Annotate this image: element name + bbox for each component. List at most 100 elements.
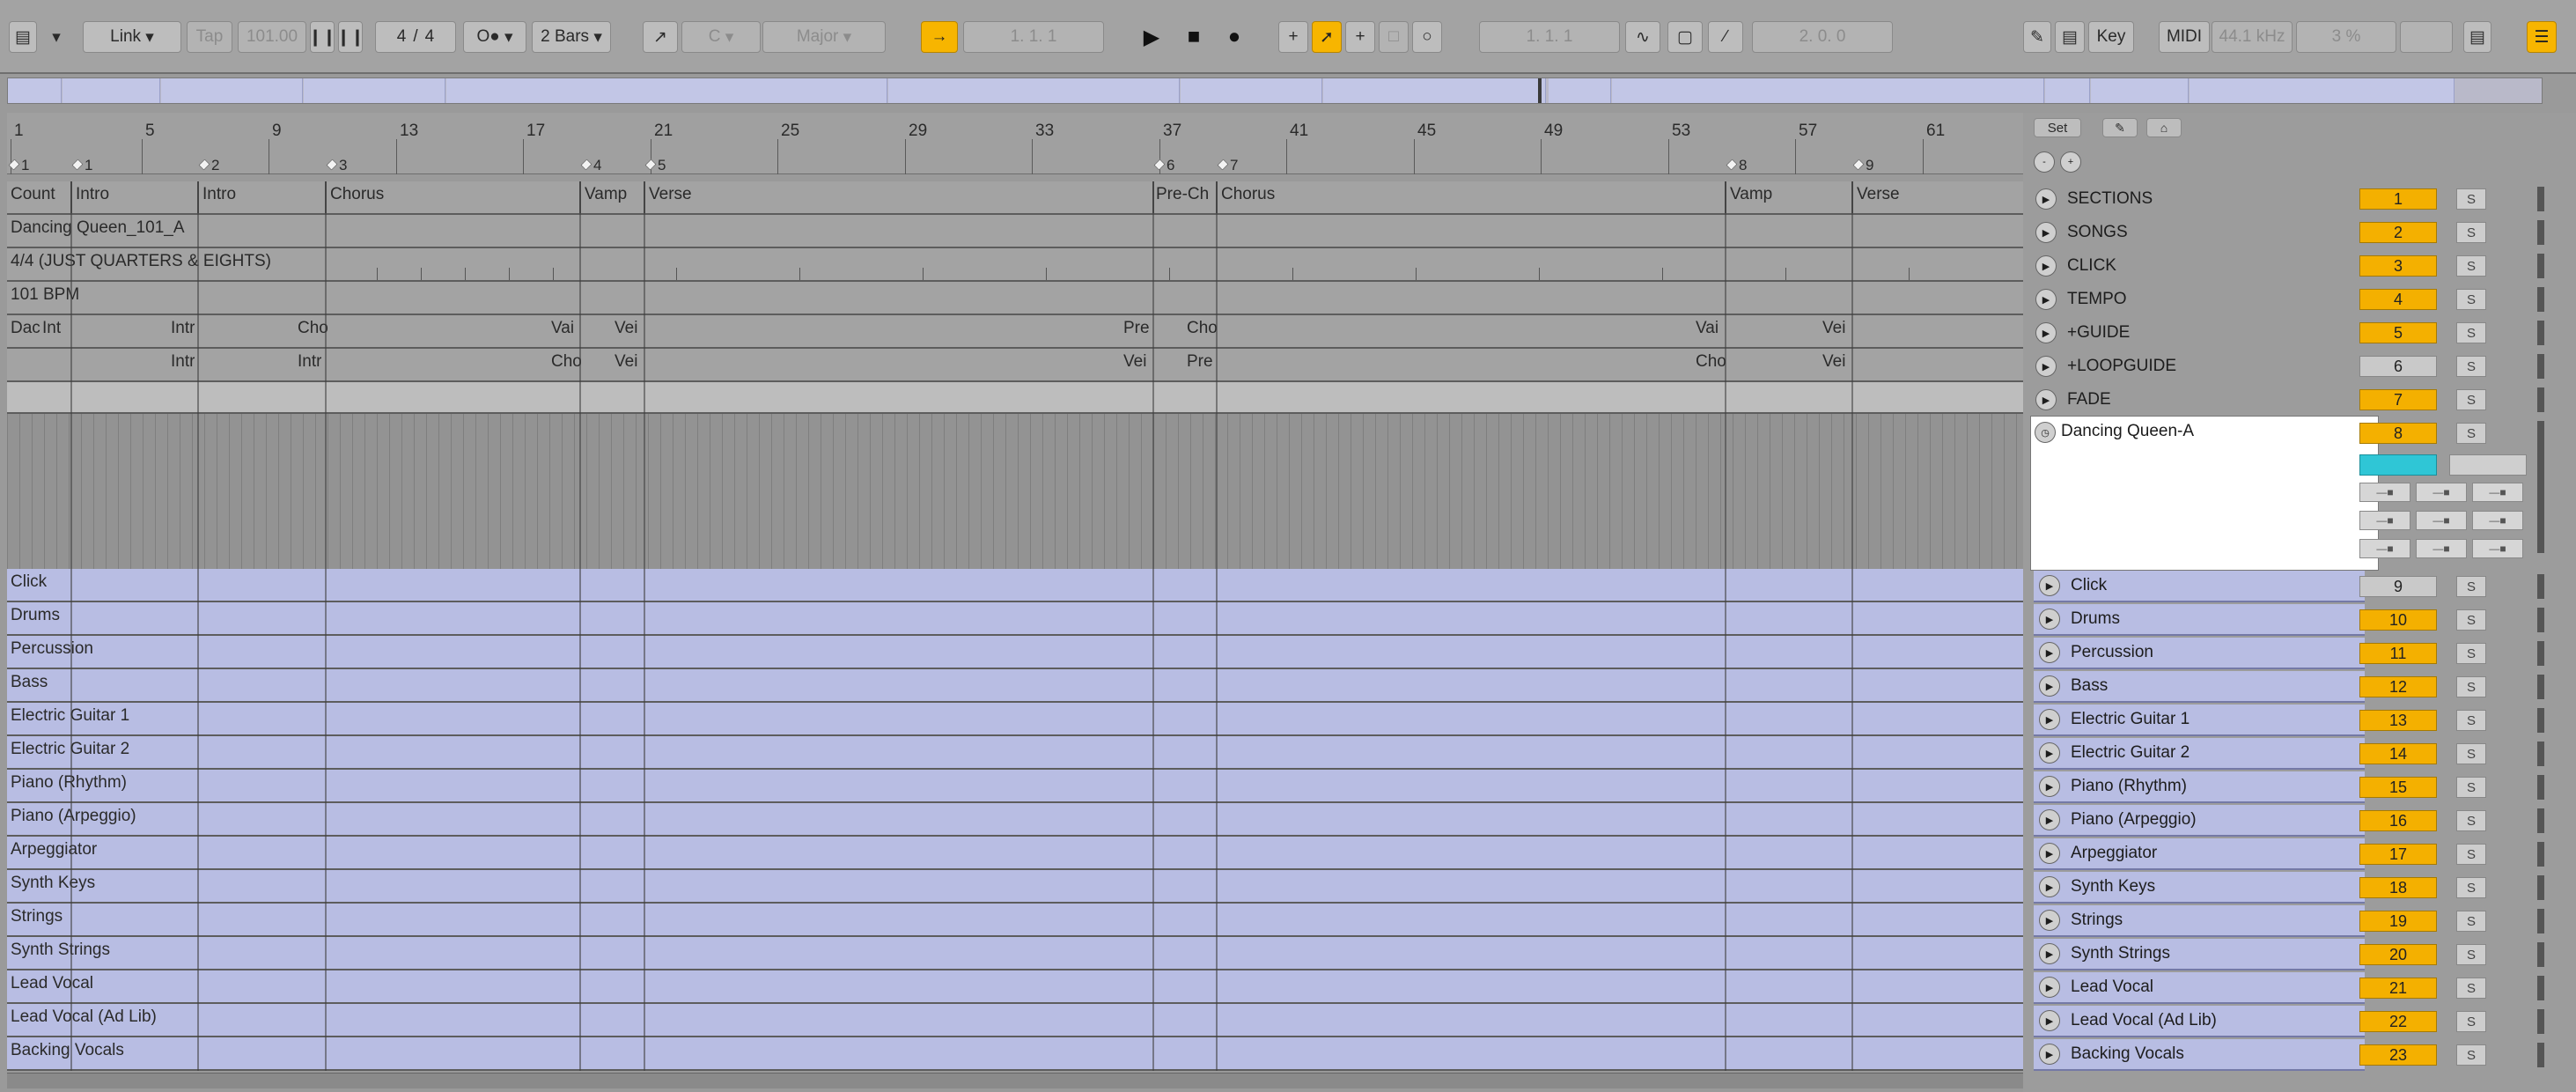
solo-button[interactable]: S bbox=[2456, 777, 2486, 798]
overview-playhead[interactable] bbox=[1538, 78, 1542, 103]
click-lane[interactable]: 4/4 (JUST QUARTERS & EIGHTS) bbox=[7, 248, 2023, 282]
tempo-clip[interactable]: 101 BPM bbox=[11, 285, 79, 305]
locator-marker[interactable] bbox=[198, 159, 210, 171]
fold-icon[interactable]: ▶ bbox=[2039, 742, 2060, 764]
dropdown-icon[interactable]: ▾ bbox=[44, 21, 69, 53]
guide-clip[interactable]: Vai bbox=[551, 319, 574, 338]
punch-out-icon[interactable]: ∕ bbox=[1708, 21, 1743, 53]
section-clip[interactable]: Verse bbox=[1857, 185, 1900, 204]
locator-marker[interactable] bbox=[580, 159, 592, 171]
click-clip[interactable]: 4/4 (JUST QUARTERS & EIGHTS) bbox=[11, 252, 271, 271]
track-activator[interactable]: 3 bbox=[2359, 255, 2437, 277]
track-activator[interactable]: 1 bbox=[2359, 188, 2437, 210]
track-activator[interactable]: 11 bbox=[2359, 643, 2437, 664]
beat-time-ruler[interactable]: 1 5 9 13 17 21 25 29 33 37 41 45 49 53 5… bbox=[7, 113, 2023, 174]
guide-clip[interactable]: Vei bbox=[1822, 319, 1845, 338]
audio-clip[interactable]: Percussion bbox=[11, 639, 93, 659]
track-header-guide[interactable]: ▶ +GUIDE bbox=[2030, 317, 2365, 349]
track-activator[interactable]: 6 bbox=[2359, 356, 2437, 377]
track-activator[interactable]: 5 bbox=[2359, 322, 2437, 343]
play-icon[interactable]: ▶ bbox=[1136, 21, 1167, 53]
section-clip[interactable]: Chorus bbox=[330, 185, 384, 204]
overdub-icon[interactable]: + bbox=[1278, 21, 1308, 53]
follow-icon[interactable]: → bbox=[921, 21, 958, 53]
loop-length-field[interactable]: 2. 0. 0 bbox=[1752, 21, 1893, 53]
locator-marker[interactable] bbox=[326, 159, 338, 171]
arrangement-overview[interactable] bbox=[7, 77, 2543, 104]
track-activator[interactable]: 10 bbox=[2359, 609, 2437, 631]
track-header-backing-vocals[interactable]: ▶ Backing Vocals bbox=[2034, 1039, 2365, 1071]
guide-clip[interactable]: Cho bbox=[1187, 319, 1218, 338]
position-field[interactable]: 1. 1. 1 bbox=[963, 21, 1104, 53]
loop-start-field[interactable]: 1. 1. 1 bbox=[1479, 21, 1620, 53]
route-button[interactable]: —■ bbox=[2359, 539, 2410, 558]
solo-button[interactable]: S bbox=[2456, 423, 2486, 444]
locator-marker[interactable] bbox=[1852, 159, 1865, 171]
collapse-all-icon[interactable]: - bbox=[2034, 151, 2055, 173]
route-button[interactable]: —■ bbox=[2359, 483, 2410, 502]
track-activator[interactable]: 19 bbox=[2359, 911, 2437, 932]
route-button[interactable]: —■ bbox=[2359, 511, 2410, 530]
selected-track-header[interactable]: ◷ Dancing Queen-A bbox=[2030, 416, 2379, 571]
solo-button[interactable]: S bbox=[2456, 576, 2486, 597]
view-icon[interactable]: ▤ bbox=[9, 21, 37, 53]
fold-icon[interactable]: ▶ bbox=[2039, 642, 2060, 663]
section-clip[interactable]: Vamp bbox=[1730, 185, 1772, 204]
route-button[interactable]: —■ bbox=[2416, 539, 2467, 558]
record-icon[interactable]: ● bbox=[1218, 21, 1250, 53]
guide-clip[interactable]: Pre bbox=[1123, 319, 1150, 338]
track-lane-bass[interactable]: Bass bbox=[7, 669, 2023, 703]
fold-icon[interactable]: ▶ bbox=[2035, 188, 2057, 210]
draw-icon[interactable]: ✎ bbox=[2023, 21, 2051, 53]
loopguide-clip[interactable]: Intr bbox=[171, 352, 195, 372]
monitor-select[interactable] bbox=[2449, 454, 2527, 476]
track-header-tempo[interactable]: ▶ TEMPO bbox=[2030, 284, 2365, 315]
midi-map-button[interactable]: MIDI bbox=[2159, 21, 2210, 53]
fold-icon[interactable]: ▶ bbox=[2039, 843, 2060, 864]
set-button[interactable]: Set bbox=[2034, 118, 2081, 137]
fold-icon[interactable]: ▶ bbox=[2035, 222, 2057, 243]
guide-clip[interactable]: Cho bbox=[298, 319, 328, 338]
loopguide-clip[interactable]: Intr bbox=[298, 352, 321, 372]
track-header-lead-vocal[interactable]: ▶ Lead Vocal bbox=[2034, 972, 2365, 1004]
audio-clip[interactable]: Bass bbox=[11, 673, 48, 692]
locator-marker[interactable] bbox=[1726, 159, 1738, 171]
fade-lane[interactable] bbox=[7, 382, 2023, 414]
route-button[interactable]: —■ bbox=[2472, 483, 2523, 502]
link-button[interactable]: Link ▾ bbox=[83, 21, 181, 53]
track-header-piano-rhythm[interactable]: ▶ Piano (Rhythm) bbox=[2034, 771, 2365, 803]
fold-icon[interactable]: ▶ bbox=[2039, 575, 2060, 596]
songs-lane[interactable]: Dancing Queen_101_A bbox=[7, 215, 2023, 248]
fold-icon[interactable]: ▶ bbox=[2035, 356, 2057, 377]
tempo-field[interactable]: 101.00 bbox=[238, 21, 306, 53]
track-activator[interactable]: 2 bbox=[2359, 222, 2437, 243]
guide-lane[interactable]: Dac Int Intr Cho Vai Vei Pre Cho Vai Vei bbox=[7, 315, 2023, 349]
loopguide-clip[interactable]: Cho bbox=[551, 352, 582, 372]
track-lane-click[interactable]: Click bbox=[7, 569, 2023, 602]
fold-icon[interactable]: ▶ bbox=[2039, 1044, 2060, 1065]
computer-keyboard-icon[interactable]: ▤ bbox=[2055, 21, 2085, 53]
track-header-synth-strings[interactable]: ▶ Synth Strings bbox=[2034, 939, 2365, 970]
punch-in-icon[interactable]: ∿ bbox=[1625, 21, 1660, 53]
loopguide-clip[interactable]: Vei bbox=[615, 352, 637, 372]
track-header-click-audio[interactable]: ▶ Click bbox=[2034, 571, 2365, 602]
time-signature[interactable]: 4/4 bbox=[375, 21, 456, 53]
solo-button[interactable]: S bbox=[2456, 389, 2486, 410]
solo-button[interactable]: S bbox=[2456, 810, 2486, 831]
fold-icon[interactable]: ▶ bbox=[2039, 977, 2060, 998]
track-activator[interactable]: 7 bbox=[2359, 389, 2437, 410]
solo-button[interactable]: S bbox=[2456, 1011, 2486, 1032]
stop-icon[interactable]: ■ bbox=[1178, 21, 1210, 53]
scale-mode-icon[interactable]: ↗ bbox=[643, 21, 678, 53]
fold-icon[interactable]: ▶ bbox=[2039, 943, 2060, 964]
solo-button[interactable]: S bbox=[2456, 188, 2486, 210]
song-clip[interactable]: Dancing Queen_101_A bbox=[11, 218, 185, 238]
solo-button[interactable]: S bbox=[2456, 978, 2486, 999]
solo-button[interactable]: S bbox=[2456, 222, 2486, 243]
track-lane-lead-vocal[interactable]: Lead Vocal bbox=[7, 970, 2023, 1004]
tempo-lane[interactable]: 101 BPM bbox=[7, 282, 2023, 315]
route-button[interactable]: —■ bbox=[2416, 483, 2467, 502]
fold-icon[interactable]: ▶ bbox=[2039, 876, 2060, 897]
fold-icon[interactable]: ▶ bbox=[2035, 289, 2057, 310]
loopguide-lane[interactable]: Intr Intr Cho Vei Vei Pre Cho Vei bbox=[7, 349, 2023, 382]
